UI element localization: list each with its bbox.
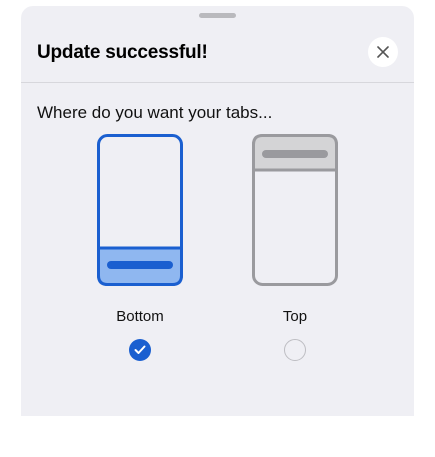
header-divider [21,82,414,83]
option-label-top: Top [282,308,308,325]
tab-position-option-top[interactable]: Top [240,134,350,374]
radio-top-unselected[interactable] [284,339,306,361]
close-button[interactable] [368,37,398,67]
bottom-sheet: Update successful! Where do you want you… [21,6,414,416]
sheet-title: Update successful! [37,42,208,63]
tab-position-question: Where do you want your tabs... [37,103,273,122]
phone-tabs-top-icon [252,134,338,286]
sheet-grabber-handle[interactable] [199,13,236,18]
option-label-bottom: Bottom [116,308,164,325]
close-icon [377,46,389,58]
tab-position-option-bottom[interactable]: Bottom [85,134,195,374]
phone-tabs-bottom-icon [97,134,183,286]
radio-bottom-selected[interactable] [129,339,151,361]
checkmark-icon [134,345,146,354]
